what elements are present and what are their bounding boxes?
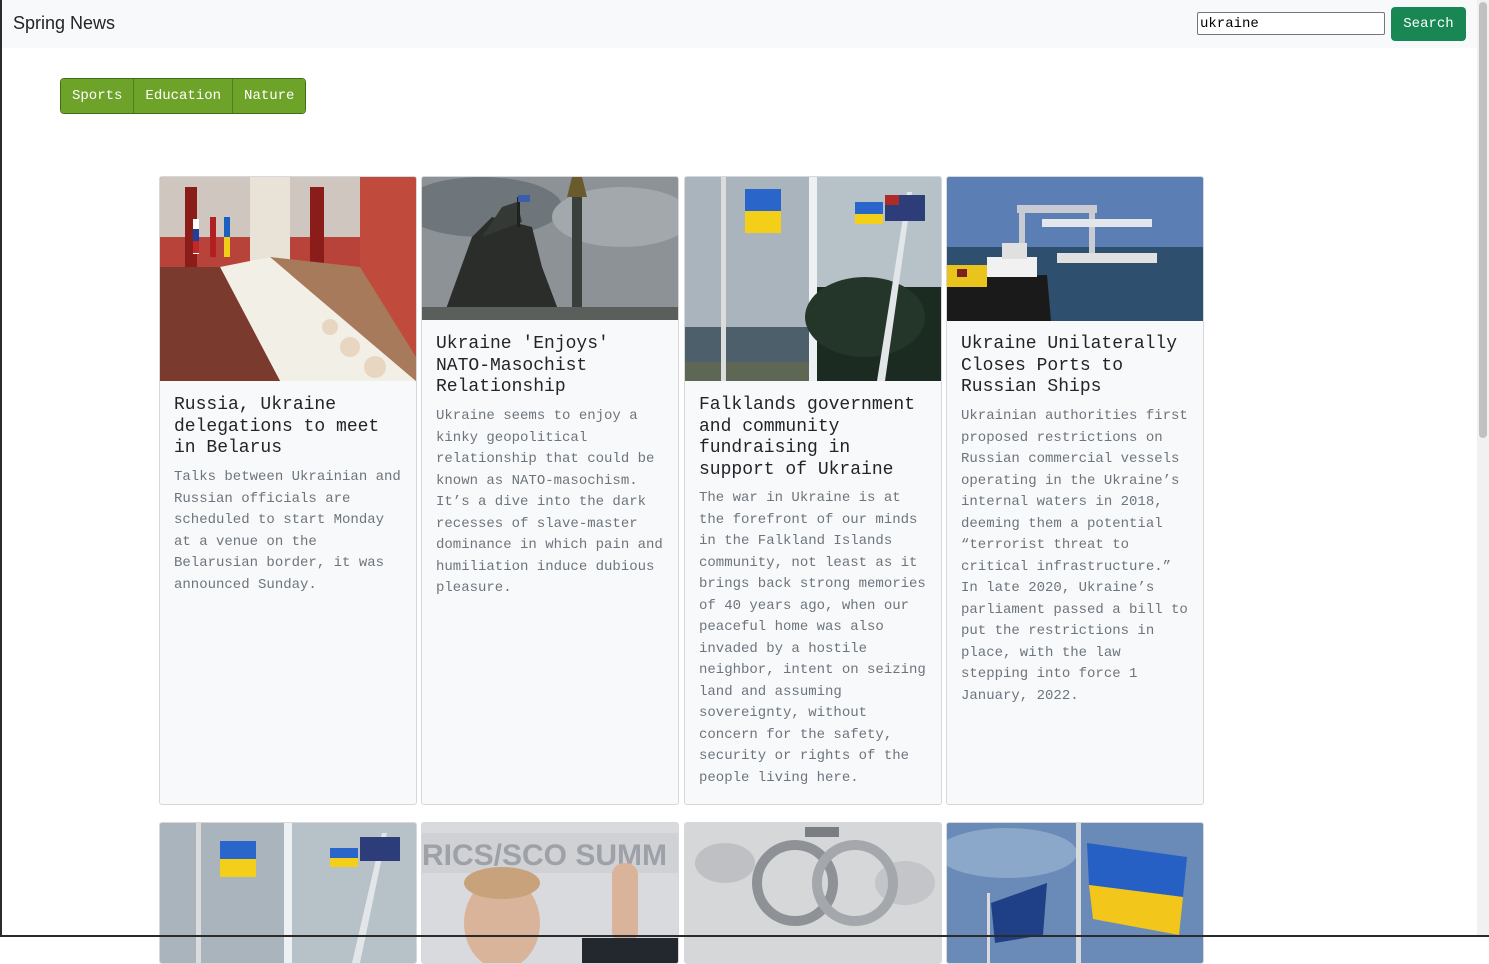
category-education-button[interactable]: Education [134,79,234,113]
scrollbar-thumb[interactable] [1479,2,1487,438]
search-input[interactable] [1197,12,1385,35]
flags-collage-image [685,177,941,381]
handcuffs-image [685,823,941,963]
article-card[interactable]: Ukraine Unilaterally Closes Ports to Rus… [946,176,1204,805]
category-button-group: Sports Education Nature [60,78,307,114]
article-summary: Ukraine seems to enjoy a kinky geopoliti… [436,408,663,596]
article-summary: Talks between Ukrainian and Russian offi… [174,469,401,593]
article-summary: The war in Ukraine is at the forefront o… [699,490,926,786]
search-button[interactable]: Search [1391,7,1466,41]
window-left-border [0,0,2,937]
brand-link[interactable]: Spring News [13,13,115,34]
article-title[interactable]: Russia, Ukraine delegations to meet in B… [174,395,402,460]
category-nature-button[interactable]: Nature [233,79,306,113]
category-sports-button[interactable]: Sports [61,79,135,113]
conference-room-image [160,177,416,381]
statue-monument-image [422,177,678,320]
article-card[interactable] [684,822,942,964]
article-title[interactable]: Falklands government and community fundr… [699,395,927,481]
article-title[interactable]: Ukraine Unilaterally Closes Ports to Rus… [961,334,1189,399]
article-summary: Ukrainian authorities first proposed res… [961,408,1188,704]
article-card[interactable] [946,822,1204,964]
article-title[interactable]: Ukraine 'Enjoys' NATO-Masochist Relation… [436,334,664,399]
article-card[interactable] [159,822,417,964]
navbar: Spring News Search [2,0,1477,48]
summit-speaker-image: RICS/SCO SUMM [422,823,678,963]
flags-collage-image [160,823,416,963]
nato-ukraine-flags-image [947,823,1203,963]
article-card[interactable]: RICS/SCO SUMM [421,822,679,964]
article-card[interactable]: Ukraine 'Enjoys' NATO-Masochist Relation… [421,176,679,805]
port-ships-image [947,177,1203,321]
article-card[interactable]: Falklands government and community fundr… [684,176,942,805]
article-card[interactable]: Russia, Ukraine delegations to meet in B… [159,176,417,805]
